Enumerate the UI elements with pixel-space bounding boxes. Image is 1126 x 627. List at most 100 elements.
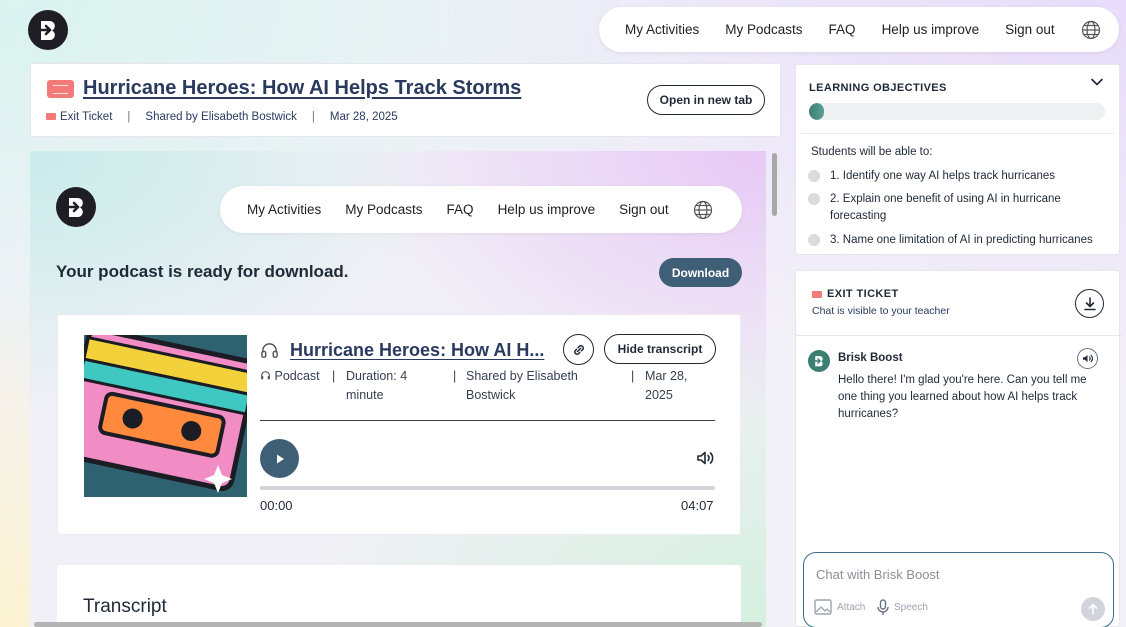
brisk-logo-icon bbox=[813, 356, 823, 367]
status-dot bbox=[808, 170, 820, 182]
nav-sign-out[interactable]: Sign out bbox=[1005, 22, 1055, 37]
objective-text: 1. Identify one way AI helps track hurri… bbox=[830, 170, 1056, 182]
attach-button[interactable]: Attach bbox=[814, 599, 865, 615]
objectives-heading: LEARNING OBJECTIVES bbox=[809, 82, 947, 94]
nav-help-us-improve[interactable]: Help us improve bbox=[882, 22, 980, 37]
separator: | bbox=[453, 369, 457, 383]
podcast-card: Hurricane Heroes: How AI H... Hide trans… bbox=[57, 314, 741, 535]
separator: | bbox=[332, 369, 336, 383]
hide-transcript-button[interactable]: Hide transcript bbox=[604, 334, 716, 364]
globe-icon[interactable] bbox=[1081, 20, 1101, 40]
divider bbox=[801, 133, 1114, 134]
speaker-icon bbox=[1082, 354, 1093, 363]
activity-type: Exit Ticket bbox=[60, 111, 113, 123]
podcast-type: Podcast bbox=[260, 367, 320, 386]
objective-text: 2. Explain one benefit of using AI in hu… bbox=[830, 193, 1061, 222]
transcript-title: Transcript bbox=[83, 596, 167, 617]
objectives-progress-bar bbox=[809, 103, 1105, 120]
open-in-new-tab-button[interactable]: Open in new tab bbox=[647, 85, 765, 115]
send-button[interactable] bbox=[1081, 597, 1105, 621]
ticket-icon bbox=[812, 290, 822, 298]
chat-composer: Attach Speech bbox=[803, 552, 1114, 627]
objective-text: 3. Name one limitation of AI in predicti… bbox=[830, 234, 1093, 246]
duration-line-1: Duration: 4 bbox=[346, 369, 408, 383]
status-dot bbox=[808, 193, 820, 205]
objective-item: 2. Explain one benefit of using AI in hu… bbox=[808, 191, 1108, 225]
preview-nav-my-podcasts[interactable]: My Podcasts bbox=[345, 202, 422, 217]
duration-line-2: minute bbox=[346, 388, 384, 402]
preview-nav-my-activities[interactable]: My Activities bbox=[247, 202, 321, 217]
objectives-progress-fill bbox=[809, 103, 824, 120]
avatar bbox=[808, 350, 830, 372]
chat-subtitle: Chat is visible to your teacher bbox=[812, 305, 950, 317]
podcast-preview-frame: My Activities My Podcasts FAQ Help us im… bbox=[30, 151, 766, 627]
transcript-card: Transcript bbox=[57, 565, 741, 627]
globe-icon[interactable] bbox=[693, 200, 713, 220]
objective-item: 3. Name one limitation of AI in predicti… bbox=[808, 232, 1108, 249]
preview-nav-sign-out[interactable]: Sign out bbox=[619, 202, 669, 217]
separator: | bbox=[311, 111, 315, 123]
bot-name: Brisk Boost bbox=[838, 352, 903, 364]
activity-meta: Exit Ticket | Shared by Elisabeth Bostwi… bbox=[46, 111, 398, 123]
arrow-up-icon bbox=[1088, 603, 1098, 615]
headphones-icon bbox=[261, 371, 270, 380]
separator: | bbox=[127, 111, 131, 123]
download-icon bbox=[1083, 296, 1096, 310]
objective-item: 1. Identify one way AI helps track hurri… bbox=[808, 168, 1108, 185]
objectives-intro: Students will be able to: bbox=[811, 146, 933, 158]
download-chat-button[interactable] bbox=[1075, 289, 1104, 318]
activity-title[interactable]: Hurricane Heroes: How AI Helps Track Sto… bbox=[83, 77, 521, 100]
nav-faq[interactable]: FAQ bbox=[829, 22, 856, 37]
preview-nav-faq[interactable]: FAQ bbox=[447, 202, 474, 217]
nav-my-activities[interactable]: My Activities bbox=[625, 22, 699, 37]
audio-progress-bar[interactable] bbox=[260, 486, 715, 490]
brisk-logo-icon bbox=[37, 21, 55, 40]
download-button[interactable]: Download bbox=[659, 258, 742, 287]
exit-ticket-chat-panel: EXIT TICKET Chat is visible to your teac… bbox=[795, 270, 1121, 627]
horizontal-scrollbar[interactable] bbox=[34, 622, 762, 627]
attach-label: Attach bbox=[837, 601, 866, 613]
activity-header-card: Hurricane Heroes: How AI Helps Track Sto… bbox=[30, 63, 781, 137]
chat-input[interactable] bbox=[816, 563, 1096, 585]
mini-ticket-icon bbox=[46, 113, 56, 120]
podcast-title[interactable]: Hurricane Heroes: How AI H... bbox=[290, 340, 544, 361]
preview-navigation: My Activities My Podcasts FAQ Help us im… bbox=[220, 186, 742, 233]
brisk-logo[interactable] bbox=[28, 10, 68, 50]
copy-link-button[interactable] bbox=[563, 334, 594, 365]
podcast-date: Mar 28, 2025 bbox=[645, 367, 687, 405]
podcast-cover-image bbox=[84, 335, 247, 497]
date-line-1: Mar 28, bbox=[645, 369, 688, 383]
play-button[interactable] bbox=[260, 439, 299, 478]
learning-objectives-panel: LEARNING OBJECTIVES Students will be abl… bbox=[795, 64, 1120, 255]
nav-my-podcasts[interactable]: My Podcasts bbox=[725, 22, 802, 37]
shared-by: Shared by Elisabeth Bostwick bbox=[145, 111, 297, 123]
microphone-icon bbox=[877, 599, 889, 615]
link-icon bbox=[573, 344, 584, 355]
shared-line-2: Bostwick bbox=[466, 388, 516, 402]
chat-heading-text: EXIT TICKET bbox=[827, 288, 899, 300]
preview-scrollbar[interactable] bbox=[769, 151, 780, 627]
read-aloud-button[interactable] bbox=[1077, 348, 1098, 369]
divider bbox=[796, 335, 1121, 336]
speech-button[interactable]: Speech bbox=[877, 599, 928, 616]
play-icon bbox=[276, 454, 284, 463]
headphones-icon bbox=[260, 341, 279, 365]
activity-date: Mar 28, 2025 bbox=[329, 111, 398, 123]
exit-ticket-label: Exit Ticket bbox=[46, 111, 112, 123]
chat-heading: EXIT TICKET bbox=[812, 288, 899, 300]
volume-icon[interactable] bbox=[695, 448, 715, 473]
current-time: 00:00 bbox=[260, 498, 293, 513]
top-navigation: My Activities My Podcasts FAQ Help us im… bbox=[599, 7, 1119, 52]
image-icon bbox=[814, 599, 832, 615]
podcast-shared-by: Shared by Elisabeth Bostwick bbox=[466, 367, 578, 405]
scrollbar-thumb[interactable] bbox=[772, 153, 777, 216]
ticket-icon bbox=[47, 80, 74, 98]
divider bbox=[260, 420, 715, 421]
chevron-down-icon[interactable] bbox=[1089, 74, 1105, 95]
total-time: 04:07 bbox=[681, 498, 714, 513]
preview-nav-help-us-improve[interactable]: Help us improve bbox=[498, 202, 596, 217]
status-dot bbox=[808, 234, 820, 246]
separator: | bbox=[631, 369, 635, 383]
preview-brisk-logo[interactable] bbox=[56, 187, 96, 227]
podcast-duration: Duration: 4 minute bbox=[346, 367, 407, 405]
